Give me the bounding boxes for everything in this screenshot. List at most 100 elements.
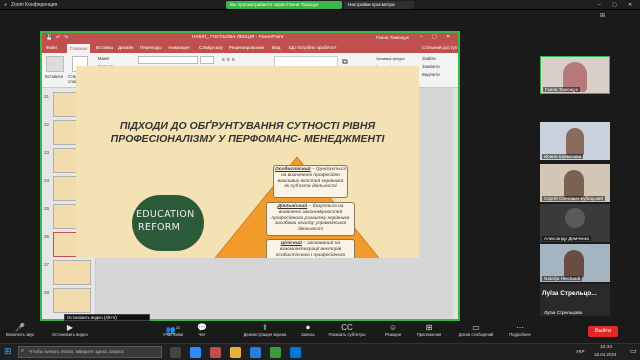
tab-view[interactable]: Вид	[272, 45, 280, 50]
view-options-button[interactable]: Настройки просмотра	[344, 1, 414, 9]
ppt-minimize-button[interactable]: –	[420, 34, 423, 40]
whiteboards-button[interactable]: ▭ Доски сообщений	[450, 323, 502, 340]
save-icon[interactable]: 💾	[46, 35, 52, 41]
layout-button[interactable]: Макет	[98, 56, 110, 61]
tab-file[interactable]: Файл	[46, 45, 57, 50]
participant-tile[interactable]: Ганна Тимощук	[540, 56, 610, 94]
reactions-icon: ☺	[388, 323, 398, 332]
participant-avatar	[565, 208, 585, 228]
chat-icon: 💬	[197, 323, 207, 332]
shape-fill-button[interactable]: Заливка фігури	[376, 56, 405, 61]
ppt-maximize-button[interactable]: ▢	[432, 34, 437, 40]
close-button[interactable]: ✕	[628, 2, 632, 8]
ppt-user-name[interactable]: Ганна Тимощук	[376, 35, 409, 40]
approach-key-personal: Особистісний	[275, 167, 311, 172]
undo-icon[interactable]: ↶	[56, 35, 60, 41]
ppt-document-title: НУБіП_ ГОСТЬОВА ЛЕКЦІЯ - PowerPoint	[192, 35, 284, 40]
minimize-button[interactable]: –	[598, 2, 601, 8]
thumb-number: 28	[44, 290, 50, 295]
ppt-title-bar: 💾 ↶ ↷ НУБіП_ ГОСТЬОВА ЛЕКЦІЯ - PowerPoin…	[42, 33, 458, 44]
reactions-button[interactable]: ☺ Реакции	[378, 323, 408, 340]
paste-button[interactable]: Вставити	[45, 74, 63, 79]
participant-gallery: Ганна Тимощук Ирина Шумилова Сергій Олег…	[540, 56, 610, 316]
participant-tile[interactable]: Natalija Heichardt	[540, 244, 610, 282]
select-button[interactable]: Виділити	[422, 72, 440, 77]
ppt-search-field[interactable]: Що потрібно зробити?	[289, 45, 336, 50]
participant-name: Natalija Heichardt	[542, 276, 583, 281]
language-indicator[interactable]: УКР	[576, 349, 584, 354]
tab-animation[interactable]: Анимация	[168, 45, 190, 50]
chat-button[interactable]: 💬 Чат	[188, 323, 216, 340]
approach-box-personal: Особистісний – ґрунтується на визначенні…	[273, 165, 348, 198]
record-button[interactable]: ⏺ Запись	[294, 323, 322, 340]
word-app-icon[interactable]	[250, 347, 261, 358]
presenter-banner: Вы просматриваете экран Ганни Тімощук	[226, 1, 342, 9]
participant-video	[564, 250, 584, 278]
participant-name-large: Луїза Стрельцо...	[542, 290, 597, 297]
tab-design[interactable]: Дизайн	[118, 45, 133, 50]
share-button[interactable]: Спільний доступ	[422, 45, 457, 50]
redo-icon[interactable]: ↷	[64, 35, 68, 41]
powerpoint-app-icon[interactable]	[210, 347, 221, 358]
ppt-close-button[interactable]: ✕	[446, 34, 450, 40]
paragraph-buttons[interactable]: ≡≡≡	[222, 57, 237, 63]
participant-name: Ирина Шумилова	[542, 154, 584, 159]
participant-tile[interactable]: Луїза Стрельцо... Луїза Стрельцова	[540, 284, 610, 316]
notifications-icon[interactable]: ▭	[630, 347, 637, 355]
more-button[interactable]: ⋯ Подробнее	[504, 323, 536, 340]
search-icon: ⌕	[21, 348, 25, 354]
tab-insert[interactable]: Вставка	[96, 45, 113, 50]
tab-review[interactable]: Рецензирование	[229, 45, 264, 50]
video-icon: ▶	[66, 323, 74, 332]
current-slide[interactable]: ПІДХОДИ ДО ОБҐРУНТУВАННЯ СУТНОСТІ РІВНЯ …	[76, 66, 419, 258]
approach-key-holistic: Цілісний	[280, 241, 302, 246]
whiteboard-icon: ▭	[472, 323, 480, 332]
participant-video	[566, 128, 584, 156]
approach-key-activity: Діяльнісний	[277, 204, 308, 209]
thumb-number: 22	[44, 122, 50, 127]
approach-box-holistic: Цілісний – заснований на взаємоінтеграці…	[266, 239, 355, 258]
thumb-number: 21	[44, 94, 50, 99]
participants-button[interactable]: 👥22 Участники	[155, 323, 191, 340]
font-family-select[interactable]	[138, 56, 198, 64]
slide-title-line-1: ПІДХОДИ ДО ОБҐРУНТУВАННЯ СУТНОСТІ РІВНЯ	[119, 120, 376, 132]
tab-slideshow[interactable]: Слайд-шоу	[199, 45, 223, 50]
vertical-scrollbar[interactable]	[453, 88, 458, 319]
leave-button[interactable]: Выйти	[588, 326, 618, 337]
participant-tile[interactable]: Александр Демченко	[540, 204, 610, 242]
replace-button[interactable]: Замінити	[422, 64, 440, 69]
captions-icon: CC	[341, 323, 353, 332]
task-view-icon[interactable]	[170, 347, 181, 358]
edge-app-icon[interactable]	[290, 347, 301, 358]
apps-icon: ⊞	[425, 323, 433, 332]
slide-thumbnail[interactable]	[53, 288, 91, 313]
maximize-button[interactable]: ▢	[612, 2, 617, 8]
clock-time[interactable]: 10:44	[600, 345, 612, 350]
file-explorer-icon[interactable]	[230, 347, 241, 358]
captions-button[interactable]: CC Показать субтитры	[322, 323, 372, 340]
font-size-select[interactable]	[200, 56, 214, 64]
participant-tile[interactable]: Сергій Олегович Кубицький	[540, 164, 610, 202]
paste-icon[interactable]	[46, 56, 64, 72]
apps-button[interactable]: ⊞ Приложения	[410, 323, 448, 340]
tab-home[interactable]: Главная	[67, 44, 91, 53]
grid-view-icon[interactable]: ⊞	[600, 12, 605, 19]
windows-start-icon[interactable]: ⊞	[4, 346, 12, 357]
find-button[interactable]: Знайти	[422, 56, 436, 61]
slide-thumbnail[interactable]	[53, 260, 91, 285]
clock-date[interactable]: 16.04.2024	[594, 352, 617, 357]
chalk-text-2: REFORM	[138, 222, 181, 233]
participant-tile[interactable]: Ирина Шумилова	[540, 122, 610, 160]
chrome-app-icon[interactable]	[270, 347, 281, 358]
zoom-app-icon[interactable]	[190, 347, 201, 358]
zoom-control-bar: Остановить видео (Alt+V) 🎤 Включить звук …	[0, 314, 640, 341]
windows-taskbar: ⊞ Чтобы начать поиск, введите здесь запр…	[0, 343, 640, 360]
tab-transitions[interactable]: Переходы	[140, 45, 162, 50]
zoom-logo-icon: ●	[4, 2, 8, 8]
education-reform-image: EDUCATION REFORM	[132, 195, 204, 251]
taskbar-search-input[interactable]: Чтобы начать поиск, введите здесь запрос	[18, 346, 162, 358]
chalk-text-1: EDUCATION	[136, 209, 195, 220]
unmute-button[interactable]: 🎤 Включить звук	[2, 323, 38, 340]
share-screen-button[interactable]: ⬆ Демонстрация экрана	[236, 323, 294, 340]
stop-video-button[interactable]: ▶ Остановить видео	[48, 323, 92, 340]
